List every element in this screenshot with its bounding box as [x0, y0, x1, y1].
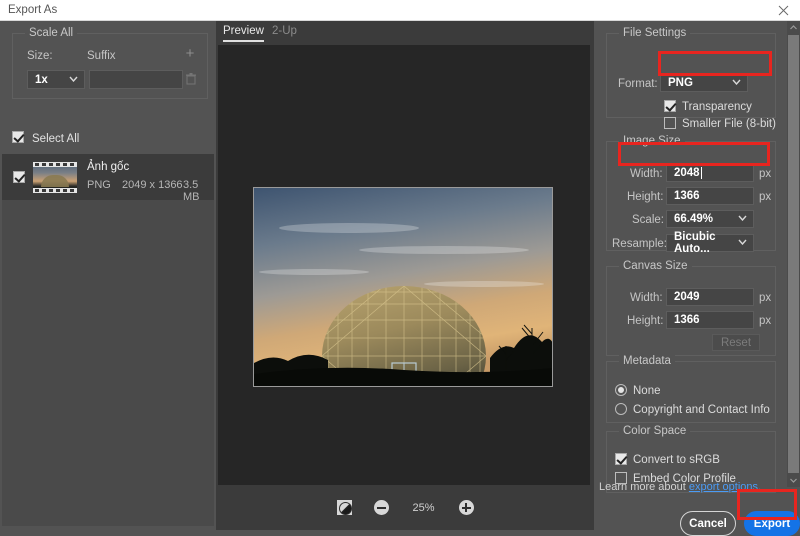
select-all-label: Select All: [32, 133, 80, 145]
metadata-title: Metadata: [619, 355, 675, 367]
convert-srgb-checkbox[interactable]: [615, 453, 627, 466]
image-size-title: Image Size: [619, 135, 685, 147]
export-label: Export: [753, 517, 791, 530]
trash-icon[interactable]: [185, 71, 197, 87]
resample-dropdown[interactable]: Bicubic Auto...: [666, 231, 754, 255]
metadata-none-row[interactable]: None: [615, 384, 661, 397]
select-all-checkbox[interactable]: [12, 131, 24, 144]
image-width-unit: px: [759, 168, 772, 180]
format-dropdown[interactable]: PNG: [660, 73, 748, 92]
preview-tabs: Preview 2-Up: [216, 21, 594, 45]
chevron-down-icon: [732, 79, 741, 87]
metadata-copyright-row[interactable]: Copyright and Contact Info: [615, 403, 770, 416]
image-height-label: Height:: [627, 191, 664, 203]
suffix-input[interactable]: [89, 70, 183, 89]
transparency-checkbox[interactable]: [664, 100, 676, 113]
resample-label: Resample:: [612, 238, 667, 250]
transparency-row[interactable]: Transparency: [664, 100, 752, 113]
chevron-down-icon: [738, 215, 747, 223]
cancel-button[interactable]: Cancel: [680, 511, 736, 536]
convert-srgb-label: Convert to sRGB: [633, 454, 720, 466]
file-name: Ảnh gốc: [87, 161, 130, 173]
cancel-label: Cancel: [689, 517, 727, 530]
export-button[interactable]: Export: [744, 511, 800, 536]
file-size: 3.5 MB: [183, 179, 200, 203]
smaller-file-checkbox[interactable]: [664, 117, 676, 130]
list-item[interactable]: Ảnh gốc PNG 2049 x 1366 3.5 MB: [2, 154, 214, 203]
convert-srgb-row[interactable]: Convert to sRGB: [615, 453, 720, 466]
smaller-file-row[interactable]: Smaller File (8-bit): [664, 117, 776, 130]
scrollbar-thumb[interactable]: [788, 35, 799, 473]
export-options-link[interactable]: export options.: [689, 481, 761, 493]
file-dimensions: 2049 x 1366: [122, 179, 183, 191]
settings-scrollbar[interactable]: [787, 21, 800, 487]
select-all-row[interactable]: Select All: [12, 131, 208, 149]
preview-image: [253, 187, 553, 387]
canvas-width-input[interactable]: 2049: [666, 288, 754, 306]
window-titlebar: Export As: [0, 0, 800, 21]
plus-circle-icon[interactable]: [458, 500, 474, 515]
image-width-input[interactable]: 2048: [666, 164, 754, 182]
canvas-width-label: Width:: [630, 292, 663, 304]
file-checkbox[interactable]: [13, 171, 25, 183]
tab-preview[interactable]: Preview: [223, 25, 264, 42]
scale-size-value: 1x: [35, 73, 48, 86]
size-label: Size:: [27, 50, 53, 62]
scroll-up-arrow-icon[interactable]: [787, 21, 800, 34]
close-icon[interactable]: [766, 0, 800, 21]
reset-label: Reset: [720, 336, 752, 349]
scale-all-title: Scale All: [25, 27, 78, 39]
file-list: Ảnh gốc PNG 2049 x 1366 3.5 MB: [2, 154, 214, 526]
zoom-level-label: 25%: [412, 501, 435, 514]
image-height-value: 1366: [674, 190, 700, 202]
reset-button[interactable]: Reset: [712, 334, 760, 351]
plus-icon[interactable]: +: [183, 45, 197, 62]
canvas-width-unit: px: [759, 292, 772, 304]
tab-preview-label: Preview: [223, 25, 264, 37]
suffix-label: Suffix: [87, 50, 116, 62]
tab-2up-label: 2-Up: [272, 25, 297, 37]
chevron-down-icon: [69, 76, 78, 84]
format-label: Format:: [618, 78, 658, 90]
scale-value: 66.49%: [674, 213, 714, 225]
metadata-copyright-label: Copyright and Contact Info: [633, 404, 770, 416]
window-title: Export As: [8, 4, 58, 16]
scale-all-group: Scale All Size: Suffix + 1x: [12, 27, 208, 99]
scale-size-dropdown[interactable]: 1x: [27, 70, 85, 89]
file-thumbnail: [33, 162, 77, 193]
image-width-value: 2048: [674, 167, 700, 179]
canvas-height-unit: px: [759, 315, 772, 327]
transparency-toggle-icon[interactable]: [336, 500, 352, 515]
preview-canvas[interactable]: [218, 45, 590, 504]
image-height-unit: px: [759, 191, 772, 203]
scale-label: Scale:: [632, 214, 664, 226]
file-settings-title: File Settings: [619, 27, 691, 39]
preview-toolbar: 25%: [216, 485, 594, 530]
canvas-width-value: 2049: [674, 291, 700, 303]
left-panel: Scale All Size: Suffix + 1x Select All Ả…: [0, 21, 216, 530]
settings-panel: File Settings Format: PNG Transparency S…: [594, 21, 800, 536]
color-space-title: Color Space: [619, 425, 691, 437]
metadata-none-radio[interactable]: [615, 384, 627, 397]
transparency-label: Transparency: [682, 101, 752, 113]
image-width-label: Width:: [630, 168, 663, 180]
learn-more-row: Learn more about export options.: [599, 481, 761, 493]
learn-more-text: Learn more about: [599, 481, 686, 493]
smaller-file-label: Smaller File (8-bit): [682, 118, 776, 130]
canvas-height-value: 1366: [674, 314, 700, 326]
image-height-input[interactable]: 1366: [666, 187, 754, 205]
canvas-height-input[interactable]: 1366: [666, 311, 754, 329]
scroll-down-arrow-icon[interactable]: [787, 474, 800, 487]
preview-panel: Preview 2-Up 25%: [216, 21, 594, 530]
chevron-down-icon: [738, 239, 747, 247]
minus-circle-icon[interactable]: [373, 500, 389, 515]
metadata-none-label: None: [633, 385, 661, 397]
canvas-height-label: Height:: [627, 315, 664, 327]
file-format: PNG: [87, 179, 111, 191]
format-value: PNG: [668, 76, 693, 89]
tab-2up[interactable]: 2-Up: [272, 25, 297, 37]
canvas-size-title: Canvas Size: [619, 260, 692, 272]
metadata-copyright-radio[interactable]: [615, 403, 627, 416]
scale-dropdown[interactable]: 66.49%: [666, 210, 754, 228]
